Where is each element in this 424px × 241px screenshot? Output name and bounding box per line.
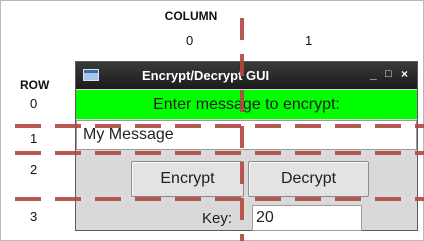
message-input[interactable]: My Message [76,120,417,150]
minimize-icon[interactable]: _ [370,67,377,81]
column-heading: COLUMN [164,9,218,23]
window-title: Encrypt/Decrypt GUI [142,68,270,83]
title-bar[interactable]: Encrypt/Decrypt GUI _ □ × [76,62,417,89]
encrypt-button[interactable]: Encrypt [131,161,244,197]
close-icon[interactable]: × [401,67,408,81]
app-window: Encrypt/Decrypt GUI _ □ × Enter message … [75,61,418,231]
row-index-3: 3 [30,209,38,224]
decrypt-button[interactable]: Decrypt [248,161,369,197]
maximize-icon[interactable]: □ [385,67,392,81]
row-index-2: 2 [30,162,38,177]
column-index-1: 1 [305,33,313,48]
column-index-0: 0 [186,33,194,48]
row-index-0: 0 [30,96,38,111]
prompt-label: Enter message to encrypt: [76,90,417,119]
key-input[interactable]: 20 [252,205,362,231]
row-heading: ROW [20,78,50,92]
key-label: Key: [202,210,233,227]
row-index-1: 1 [30,131,38,146]
app-window-icon [83,69,99,81]
